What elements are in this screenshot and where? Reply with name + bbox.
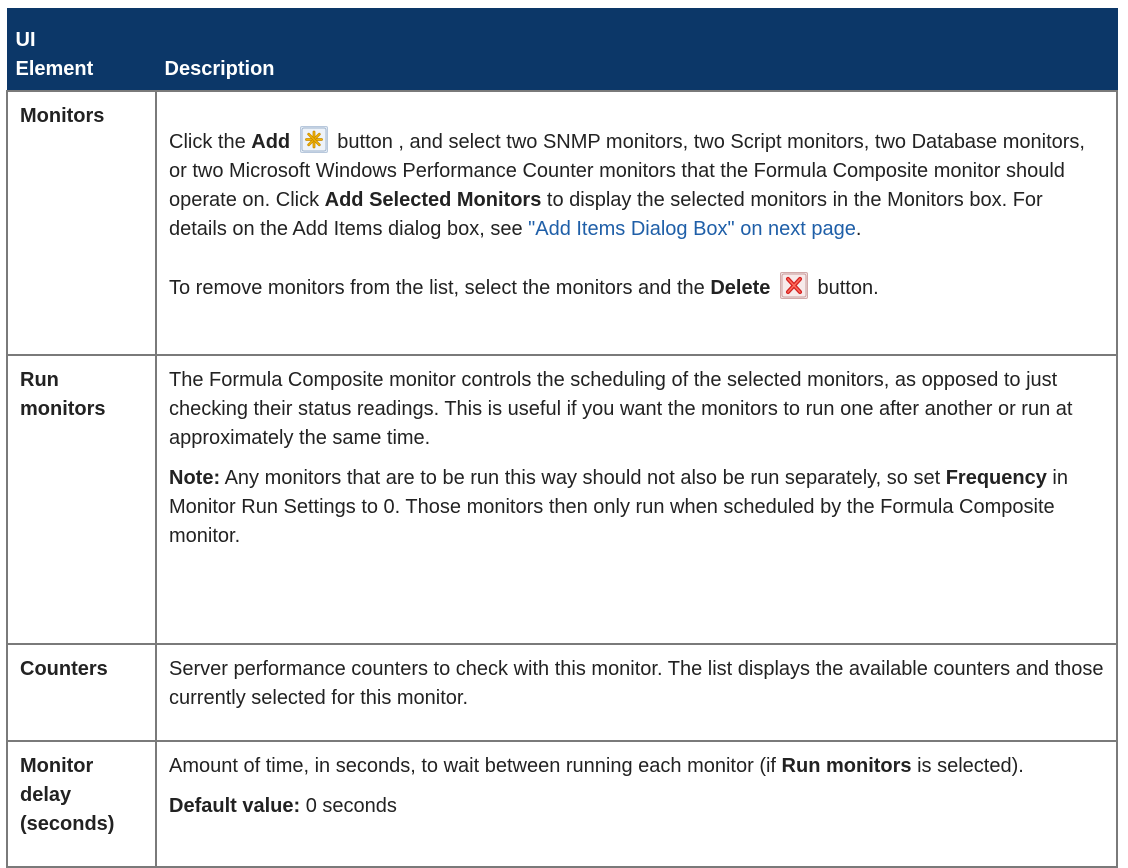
monitors-paragraph-add: Click the Add button , and select two SN… [169, 126, 1106, 244]
add-icon [299, 126, 328, 153]
bold-delete: Delete [710, 277, 771, 299]
row-desc-run-monitors: The Formula Composite monitor controls t… [155, 354, 1118, 645]
delete-icon [779, 272, 808, 299]
text-span: To remove monitors from the list, select… [169, 277, 711, 299]
text-span: is selected). [911, 755, 1024, 777]
table-row-monitor-delay: Monitor delay (seconds) Amount of time, … [6, 740, 1118, 868]
table-row-monitors: Monitors Click the Add button , and sele… [6, 90, 1118, 356]
row-name-monitor-delay: Monitor delay (seconds) [6, 740, 157, 868]
note-label: Note: [169, 467, 221, 489]
add-items-dialog-link[interactable]: "Add Items Dialog Box" on next page [528, 218, 856, 240]
header-ui-element: UI Element [6, 8, 157, 92]
bold-run-monitors: Run monitors [781, 755, 912, 777]
table-row-counters: Counters Server performance counters to … [6, 643, 1118, 742]
text-span: Amount of time, in seconds, to wait betw… [169, 755, 782, 777]
name-line: delay [20, 784, 72, 806]
ui-elements-table: UI Element Description Monitors Click th… [6, 8, 1118, 868]
table-row-run-monitors: Run monitors The Formula Composite monit… [6, 354, 1118, 645]
monitors-paragraph-delete: To remove monitors from the list, select… [169, 272, 1106, 303]
row-desc-counters: Server performance counters to check wit… [155, 643, 1118, 742]
row-name-monitors: Monitors [6, 90, 157, 356]
text-span: . [855, 218, 862, 240]
run-monitors-paragraph: The Formula Composite monitor controls t… [169, 369, 1073, 449]
monitor-delay-paragraph: Amount of time, in seconds, to wait betw… [169, 752, 1106, 781]
table-header: UI Element Description [6, 8, 1118, 92]
name-line: Run [20, 369, 59, 391]
text-span: button. [811, 277, 879, 299]
name-line: Monitor [20, 755, 94, 777]
default-value-text: 0 seconds [300, 795, 397, 817]
name-line: monitors [20, 398, 106, 420]
bold-frequency: Frequency [945, 467, 1047, 489]
bold-add: Add [251, 131, 291, 153]
run-monitors-note: Note: Any monitors that are to be run th… [169, 464, 1106, 551]
bold-add-selected-monitors: Add Selected Monitors [324, 189, 542, 211]
header-element-text: Element [15, 58, 94, 80]
text-span: Any monitors that are to be run this way… [220, 467, 946, 489]
row-desc-monitor-delay: Amount of time, in seconds, to wait betw… [155, 740, 1118, 868]
header-description: Description [155, 8, 1118, 92]
header-ui-text: UI [15, 29, 36, 51]
counters-paragraph: Server performance counters to check wit… [169, 658, 1104, 709]
row-name-counters: Counters [6, 643, 157, 742]
default-value-label: Default value: [169, 795, 301, 817]
row-desc-monitors: Click the Add button , and select two SN… [155, 90, 1118, 356]
name-line: (seconds) [20, 813, 115, 835]
monitor-delay-default: Default value: 0 seconds [169, 792, 1106, 821]
text-span: Click the [169, 131, 252, 153]
row-name-run-monitors: Run monitors [6, 354, 157, 645]
